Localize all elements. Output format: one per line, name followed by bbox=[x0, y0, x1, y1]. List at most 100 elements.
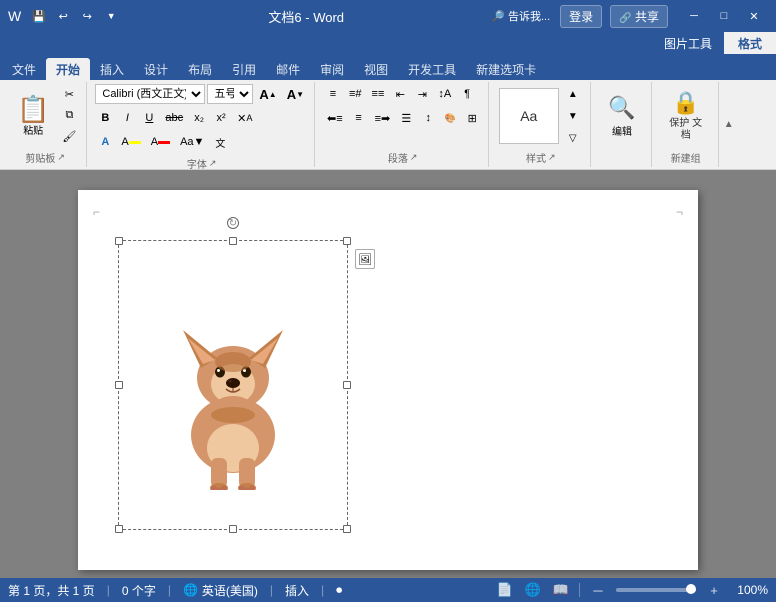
save-quick-btn[interactable]: 💾 bbox=[29, 6, 49, 26]
handle-bottom-left[interactable] bbox=[115, 525, 123, 533]
tab-layout[interactable]: 布局 bbox=[178, 58, 222, 80]
paragraph-expand-icon[interactable]: ↗ bbox=[410, 152, 418, 163]
line-spacing-button[interactable]: ↕ bbox=[418, 108, 438, 128]
tab-insert[interactable]: 插入 bbox=[90, 58, 134, 80]
zoom-out-btn[interactable]: ─ bbox=[588, 580, 608, 600]
font-name-select[interactable]: Calibri (西文正文) bbox=[95, 84, 205, 104]
view-print-btn[interactable]: 📄 bbox=[495, 580, 515, 600]
handle-top-left[interactable] bbox=[115, 237, 123, 245]
tab-references[interactable]: 引用 bbox=[222, 58, 266, 80]
restore-button[interactable]: □ bbox=[710, 0, 738, 32]
numbering-button[interactable]: ≡# bbox=[345, 84, 366, 104]
layout-options-button[interactable]: 🖼 bbox=[355, 249, 375, 269]
view-web-btn[interactable]: 🌐 bbox=[523, 580, 543, 600]
share-button[interactable]: 🔗 共享 bbox=[610, 5, 668, 28]
subscript-button[interactable]: x₂ bbox=[189, 108, 209, 128]
styles-group-label: 样式 bbox=[526, 150, 546, 165]
handle-bottom-middle[interactable] bbox=[229, 525, 237, 533]
protect-doc-button[interactable]: 🔒 保护 文档 bbox=[660, 85, 712, 147]
customize-quick-btn[interactable]: ▼ bbox=[101, 6, 121, 26]
sort-button[interactable]: ↕A bbox=[434, 84, 455, 104]
paste-button[interactable]: 📋 粘贴 bbox=[10, 84, 56, 148]
image-container[interactable]: ↻ 🖼 bbox=[118, 240, 348, 530]
handle-top-right[interactable] bbox=[343, 237, 351, 245]
tab-mail[interactable]: 邮件 bbox=[266, 58, 310, 80]
multilevel-button[interactable]: ≡≡ bbox=[368, 84, 389, 104]
zoom-in-btn[interactable]: + bbox=[704, 580, 724, 600]
strikethrough-button[interactable]: abc bbox=[161, 108, 187, 128]
title-text: 文档6 - Word bbox=[268, 10, 344, 25]
tab-developer[interactable]: 开发工具 bbox=[398, 58, 466, 80]
handle-bottom-right[interactable] bbox=[343, 525, 351, 533]
tab-file[interactable]: 文件 bbox=[2, 58, 46, 80]
style-preview-box[interactable]: Aa bbox=[499, 88, 559, 144]
bold-button[interactable]: B bbox=[95, 108, 115, 128]
style-scroll-up[interactable]: ▲ bbox=[563, 84, 583, 104]
editing-label: 编辑 bbox=[612, 123, 632, 138]
italic-button[interactable]: I bbox=[117, 108, 137, 128]
tab-design[interactable]: 设计 bbox=[134, 58, 178, 80]
tab-home[interactable]: 开始 bbox=[46, 58, 90, 80]
language-indicator[interactable]: 🌐 英语(美国) bbox=[183, 582, 258, 599]
align-center-button[interactable]: ≡ bbox=[349, 108, 369, 128]
insert-mode[interactable]: 插入 bbox=[285, 582, 309, 599]
ribbon-expand-btn[interactable]: ▲ bbox=[721, 82, 737, 167]
increase-font-btn[interactable]: A▲ bbox=[255, 84, 280, 104]
highlight-button[interactable]: A bbox=[117, 132, 144, 152]
view-read-btn[interactable]: 📖 bbox=[551, 580, 571, 600]
styles-expand-icon[interactable]: ↗ bbox=[548, 152, 556, 163]
underline-button[interactable]: U bbox=[139, 108, 159, 128]
phonetic-button[interactable]: 文 bbox=[210, 132, 230, 152]
justify-button[interactable]: ☰ bbox=[396, 108, 416, 128]
copy-button[interactable]: ⧉ bbox=[58, 105, 80, 125]
title-bar-right: 🔎 告诉我... 登录 🔗 共享 ─ □ ✕ bbox=[491, 0, 768, 32]
layout-icon: 🖼 bbox=[358, 253, 372, 266]
macro-indicator[interactable]: ⏺ bbox=[336, 583, 342, 598]
tab-new[interactable]: 新建选项卡 bbox=[466, 58, 546, 80]
handle-middle-right[interactable] bbox=[343, 381, 351, 389]
minimize-button[interactable]: ─ bbox=[680, 0, 708, 32]
document-page[interactable]: ⌐ ⌐ ↻ 🖼 bbox=[78, 190, 698, 570]
align-right-button[interactable]: ≡➡ bbox=[371, 108, 395, 128]
format-painter-button[interactable]: 🖌 bbox=[58, 126, 80, 146]
change-case-button[interactable]: Aa▼ bbox=[176, 132, 208, 152]
format-tab-active[interactable]: 格式 bbox=[724, 32, 776, 54]
decrease-font-btn[interactable]: A▼ bbox=[283, 84, 308, 104]
align-left-button[interactable]: ⬅≡ bbox=[323, 108, 347, 128]
word-count-text: 0 个字 bbox=[122, 582, 156, 599]
text-effect-button[interactable]: A bbox=[95, 132, 115, 152]
login-button[interactable]: 登录 bbox=[560, 5, 602, 28]
clipboard-expand-icon[interactable]: ↗ bbox=[57, 152, 65, 163]
superscript-button[interactable]: x² bbox=[211, 108, 231, 128]
tab-review[interactable]: 审阅 bbox=[310, 58, 354, 80]
editing-button[interactable]: 🔍 编辑 bbox=[599, 90, 644, 143]
undo-quick-btn[interactable]: ↩ bbox=[53, 6, 73, 26]
shading-button[interactable]: 🎨 bbox=[440, 108, 460, 128]
decrease-indent-button[interactable]: ⇤ bbox=[390, 84, 410, 104]
tell-word-area[interactable]: 🔎 告诉我... bbox=[491, 8, 550, 24]
font-expand-icon[interactable]: ↗ bbox=[209, 158, 217, 169]
increase-indent-button[interactable]: ⇥ bbox=[412, 84, 432, 104]
language-text: 英语(美国) bbox=[202, 582, 258, 599]
handle-top-middle[interactable] bbox=[229, 237, 237, 245]
redo-quick-btn[interactable]: ↪ bbox=[77, 6, 97, 26]
borders-button[interactable]: ⊞ bbox=[462, 108, 482, 128]
clipboard-small-buttons: ✂ ⧉ 🖌 bbox=[58, 84, 80, 148]
protect-icon: 🔒 bbox=[672, 90, 699, 116]
ribbon-toolbar: 📋 粘贴 ✂ ⧉ 🖌 剪贴板 ↗ Calibri (西文正文) 五号 bbox=[0, 80, 776, 170]
cut-button[interactable]: ✂ bbox=[58, 84, 80, 104]
font-size-select[interactable]: 五号 bbox=[207, 84, 253, 104]
style-expand[interactable]: ▽ bbox=[563, 128, 583, 148]
corner-tl: ⌐ bbox=[93, 205, 100, 219]
style-scroll-down[interactable]: ▼ bbox=[563, 106, 583, 126]
handle-middle-left[interactable] bbox=[115, 381, 123, 389]
tab-view[interactable]: 视图 bbox=[354, 58, 398, 80]
bullets-button[interactable]: ≡ bbox=[323, 84, 343, 104]
rotate-handle[interactable]: ↻ bbox=[227, 217, 239, 229]
clear-format-button[interactable]: ✕A bbox=[233, 108, 256, 128]
font-color-button[interactable]: A bbox=[147, 132, 174, 152]
close-button[interactable]: ✕ bbox=[740, 0, 768, 32]
zoom-slider[interactable] bbox=[616, 588, 696, 592]
show-marks-button[interactable]: ¶ bbox=[457, 84, 477, 104]
paste-label: 粘贴 bbox=[23, 122, 43, 137]
